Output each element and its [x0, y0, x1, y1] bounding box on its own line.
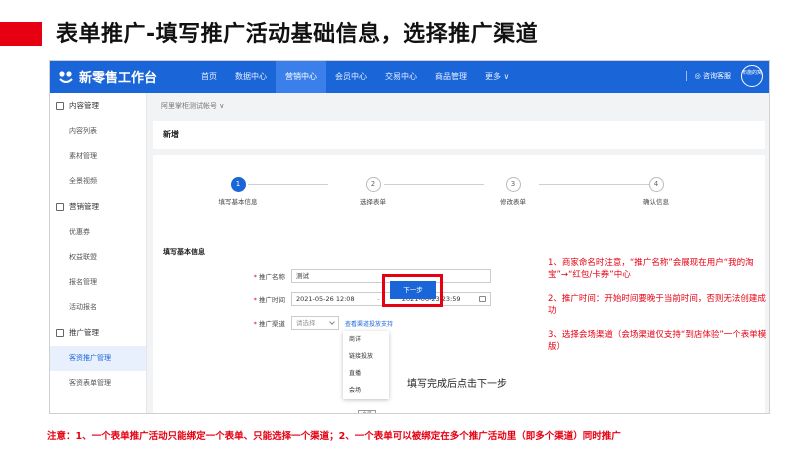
calendar-icon: [478, 296, 486, 302]
sidebar-item-coupon[interactable]: 优惠券: [50, 220, 146, 245]
step-label: 确认信息: [643, 198, 669, 206]
footer-note: 注意：1、一个表单推广活动只能绑定一个表单、只能选择一个渠道；2、一个表单可以被…: [47, 431, 621, 442]
nav-right-tools: ◎ 咨询客服 布施的窝: [685, 65, 763, 87]
next-step-note: 填写完成后点击下一步: [407, 379, 507, 390]
nav-product-management[interactable]: 商品管理: [426, 61, 476, 93]
sidebar-group-content[interactable]: 内容管理: [50, 93, 146, 119]
main-nav: 首页 数据中心 营销中心 会员中心 交易中心 商品管理 更多 ∨: [192, 61, 518, 93]
slide-title: 表单推广-填写推广活动基础信息，选择推广渠道: [56, 22, 539, 47]
form-row-time: * 推广时间 2021-05-26 12:08 - 2021-06-23 23:…: [253, 292, 491, 306]
top-navbar: 新零售工作台 首页 数据中心 营销中心 会员中心 交易中心 商品管理 更多 ∨ …: [50, 61, 769, 93]
nav-home[interactable]: 首页: [192, 61, 226, 93]
sidebar-group-label: 推广管理: [69, 328, 99, 337]
user-avatar[interactable]: 布施的窝: [741, 65, 763, 87]
channel-select[interactable]: 请选择: [291, 316, 339, 330]
document-icon: [56, 102, 64, 110]
promotion-icon: [56, 329, 64, 337]
nav-marketing-center[interactable]: 营销中心: [276, 61, 326, 93]
sidebar-item-signup-management[interactable]: 报名管理: [50, 270, 146, 295]
app-title: 新零售工作台: [79, 71, 158, 86]
channel-support-link[interactable]: 查看渠道投放支持: [345, 319, 393, 328]
dropdown-option-venue[interactable]: 会场: [343, 382, 389, 399]
step-2: 2 选择表单: [328, 177, 418, 206]
time-label: 推广时间: [259, 296, 285, 304]
customer-service-label: 咨询客服: [703, 72, 731, 80]
marketing-icon: [56, 203, 64, 211]
title-accent-bar: [0, 22, 42, 46]
nav-data-center[interactable]: 数据中心: [226, 61, 276, 93]
channel-placeholder: 请选择: [296, 319, 316, 327]
logo-icon: [59, 70, 73, 83]
step-number: 3: [505, 177, 521, 192]
page-title: 新增: [153, 121, 765, 149]
step-label: 选择表单: [360, 198, 386, 206]
required-mark: *: [253, 320, 257, 328]
next-step-button[interactable]: 下一步: [390, 281, 436, 299]
sidebar-group-promotion[interactable]: 推广管理: [50, 320, 146, 346]
nav-member-center[interactable]: 会员中心: [326, 61, 376, 93]
chevron-down-icon: [329, 319, 335, 325]
sidebar-item-content-list[interactable]: 内容列表: [50, 119, 146, 144]
form-label: * 推广渠道: [253, 318, 285, 328]
app-logo[interactable]: 新零售工作台: [58, 67, 157, 86]
required-mark: *: [253, 273, 257, 281]
dropdown-option-product-detail[interactable]: 商详: [343, 331, 389, 348]
annotation-notes: 1、商家命名时注意，“推广名称”会展现在用户“我的淘宝”→“红包/卡券”中心 2…: [548, 257, 770, 365]
main-content: 阿里掌柜测试帐号 ∨ 新增 1 填写基本信息 2 选择表单 3 修改表单 4 确…: [147, 93, 769, 413]
dropdown-option-link[interactable]: 链接投放: [343, 348, 389, 365]
required-mark: *: [253, 296, 257, 304]
sidebar: 内容管理 内容列表 素材管理 全景视频 营销管理 优惠券 权益联盟 报名管理 活…: [50, 93, 147, 413]
slide: 表单推广-填写推广活动基础信息，选择推广渠道 新零售工作台 首页 数据中心 营销…: [0, 0, 800, 450]
nav-divider: [685, 71, 687, 81]
sidebar-item-panorama-video[interactable]: 全景视频: [50, 169, 146, 194]
customer-service-link[interactable]: ◎ 咨询客服: [695, 71, 731, 81]
note-3: 3、选择会场渠道（会场渠道仅支持“到店体验”一个表单模版）: [548, 330, 767, 352]
step-number: 1: [230, 177, 246, 192]
sidebar-item-material[interactable]: 素材管理: [50, 144, 146, 169]
step-1: 1 填写基本信息: [193, 177, 283, 206]
channel-label: 推广渠道: [259, 320, 285, 328]
sidebar-group-label: 内容管理: [69, 101, 99, 110]
start-time: 2021-05-26 12:08: [296, 295, 355, 303]
step-label: 修改表单: [500, 198, 526, 206]
form-row-name: * 推广名称 测试: [253, 269, 491, 283]
nav-trade-center[interactable]: 交易中心: [376, 61, 426, 93]
step-3: 3 修改表单: [468, 177, 558, 206]
step-label: 填写基本信息: [218, 198, 258, 206]
section-title: 填写基本信息: [163, 248, 205, 256]
channel-dropdown: 商详 链接投放 直播 会场: [343, 331, 389, 399]
note-1: 1、商家命名时注意，“推广名称”会展现在用户“我的淘宝”→“红包/卡券”中心: [548, 258, 754, 280]
form-label: * 推广时间: [253, 294, 285, 304]
step-number: 4: [648, 177, 664, 192]
sidebar-item-lead-form[interactable]: 客资表单管理: [50, 371, 146, 396]
note-2: 2、推广时间：开始时间要晚于当前时间，否则无法创建成功: [548, 294, 766, 316]
step-4: 4 确认信息: [611, 177, 701, 206]
headset-icon: ◎: [694, 72, 703, 80]
step-indicator: 1 填写基本信息 2 选择表单 3 修改表单 4 确认信息: [193, 177, 713, 217]
step-number: 2: [365, 177, 381, 192]
dropdown-option-live[interactable]: 直播: [343, 365, 389, 382]
sidebar-item-lead-promotion[interactable]: 客资推广管理: [50, 346, 146, 371]
sidebar-item-rights-alliance[interactable]: 权益联盟: [50, 245, 146, 270]
sidebar-group-label: 营销管理: [69, 202, 99, 211]
form-row-channel: * 推广渠道 请选择 查看渠道投放支持: [253, 316, 393, 330]
form-label: * 推广名称: [253, 271, 285, 281]
sidebar-group-marketing[interactable]: 营销管理: [50, 194, 146, 220]
nav-more[interactable]: 更多 ∨: [476, 61, 518, 93]
name-label: 推广名称: [259, 273, 285, 281]
sidebar-item-activity-signup[interactable]: 活动报名: [50, 295, 146, 320]
account-selector[interactable]: 阿里掌柜测试帐号 ∨: [161, 101, 224, 111]
option-tooltip: 会场: [358, 410, 377, 413]
